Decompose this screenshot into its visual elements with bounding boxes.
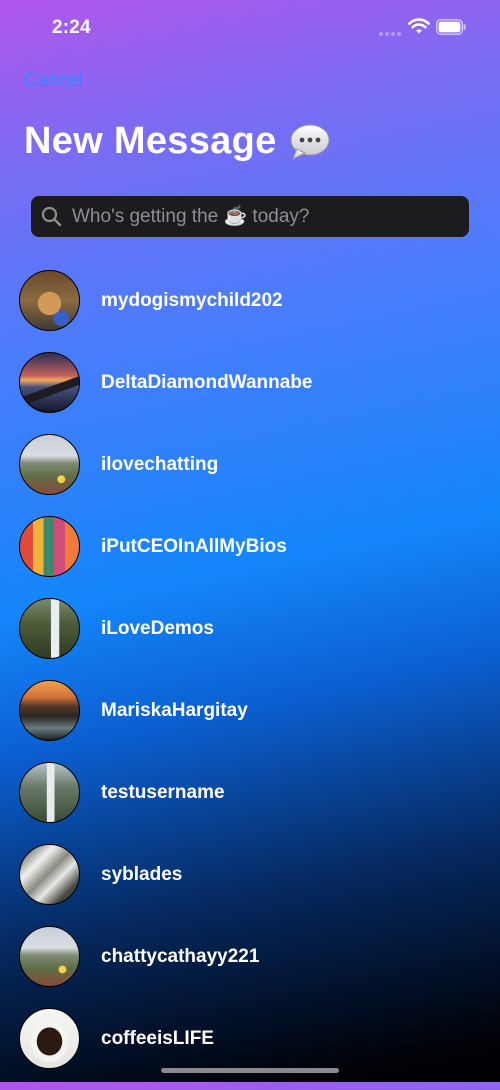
battery-icon [436, 19, 466, 35]
avatar [19, 844, 80, 905]
contact-row[interactable]: MariskaHargitay [0, 680, 500, 762]
contact-row[interactable]: syblades [0, 844, 500, 926]
speech-bubble-icon [290, 124, 330, 160]
contact-username: iPutCEOInAllMyBios [101, 536, 287, 557]
wifi-icon [408, 18, 430, 34]
status-time: 2:24 [52, 17, 91, 38]
contact-row[interactable]: ilovechatting [0, 434, 500, 516]
contact-username: ilovechatting [101, 454, 219, 475]
contact-row[interactable]: mydogismychild202 [0, 270, 500, 352]
cellular-signal-icon [379, 30, 403, 36]
avatar [19, 680, 80, 741]
avatar [19, 926, 80, 987]
contact-username: DeltaDiamondWannabe [101, 372, 313, 393]
avatar [19, 434, 80, 495]
home-indicator[interactable] [161, 1068, 339, 1073]
avatar [19, 352, 80, 413]
contact-row[interactable]: iPutCEOInAllMyBios [0, 516, 500, 598]
contact-username: syblades [101, 864, 183, 885]
search-input[interactable] [70, 204, 469, 229]
contact-username: mydogismychild202 [101, 290, 283, 311]
contact-row[interactable]: chattycathayy221 [0, 926, 500, 1008]
contact-row[interactable]: DeltaDiamondWannabe [0, 352, 500, 434]
contact-username: coffeeisLIFE [101, 1028, 214, 1049]
contact-username: MariskaHargitay [101, 700, 248, 721]
page-title: New Message [24, 120, 331, 163]
search-bar[interactable] [31, 196, 469, 237]
page-title-text: New Message [24, 120, 277, 162]
contact-list: mydogismychild202 DeltaDiamondWannabe il… [0, 270, 500, 1090]
cancel-button[interactable]: Cancel [24, 70, 83, 92]
avatar [19, 270, 80, 331]
avatar [19, 598, 80, 659]
contact-username: iLoveDemos [101, 618, 214, 639]
search-icon [41, 206, 62, 227]
contact-username: chattycathayy221 [101, 946, 260, 967]
contact-row[interactable]: testusername [0, 762, 500, 844]
avatar [19, 762, 80, 823]
contact-row[interactable]: coffeeisLIFE [0, 1008, 500, 1090]
status-bar: 2:24 [0, 0, 500, 56]
contact-row[interactable]: iLoveDemos [0, 598, 500, 680]
contact-username: testusername [101, 782, 225, 803]
avatar [19, 1008, 80, 1069]
avatar [19, 516, 80, 577]
